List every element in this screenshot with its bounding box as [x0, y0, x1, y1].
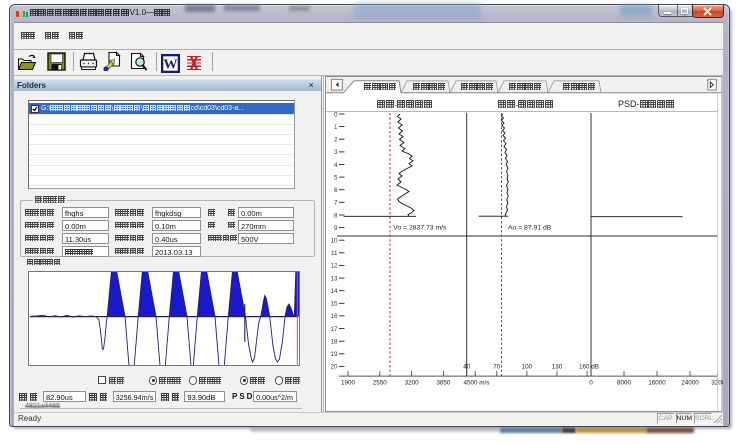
svg-text:8000: 8000: [617, 379, 632, 386]
svg-text:W: W: [164, 58, 178, 73]
svg-text:19: 19: [330, 351, 338, 358]
svg-text:2550: 2550: [373, 379, 388, 386]
svg-text:0: 0: [334, 111, 338, 118]
svg-text:12: 12: [330, 262, 338, 269]
svg-text:11: 11: [331, 250, 338, 257]
svg-text:14: 14: [330, 288, 338, 295]
svg-text:9: 9: [334, 224, 338, 231]
svg-text:3850: 3850: [436, 379, 451, 386]
svg-text:4: 4: [334, 161, 338, 168]
svg-text:4500 m/s: 4500 m/s: [464, 379, 490, 386]
svg-text:5: 5: [334, 174, 338, 181]
svg-text:3: 3: [334, 149, 338, 156]
svg-text:24000: 24000: [681, 379, 699, 386]
svg-text:17: 17: [330, 325, 338, 332]
svg-text:16000: 16000: [648, 379, 666, 386]
svg-text:32000: 32000: [711, 379, 722, 386]
svg-text:100: 100: [522, 363, 533, 370]
svg-text:20: 20: [330, 363, 338, 370]
svg-text:10: 10: [330, 237, 338, 244]
svg-text:Vo = 2837.73 m/s: Vo = 2837.73 m/s: [393, 224, 447, 231]
svg-text:6: 6: [334, 187, 338, 194]
svg-text:7: 7: [334, 199, 338, 206]
svg-text:160 dB: 160 dB: [579, 363, 599, 370]
svg-text:3200: 3200: [405, 379, 420, 386]
svg-text:0: 0: [589, 379, 593, 386]
svg-text:70: 70: [493, 363, 501, 370]
svg-text:40: 40: [463, 363, 471, 370]
svg-text:130: 130: [552, 363, 563, 370]
svg-text:15: 15: [330, 300, 338, 307]
svg-text:13: 13: [330, 275, 338, 282]
svg-text:Ao = 87.91 dB: Ao = 87.91 dB: [508, 224, 552, 231]
svg-text:16: 16: [330, 313, 338, 320]
svg-text:1: 1: [334, 123, 338, 130]
svg-text:18: 18: [330, 338, 338, 345]
svg-text:8: 8: [334, 212, 338, 219]
svg-text:2: 2: [334, 136, 338, 143]
svg-text:1900: 1900: [341, 379, 356, 386]
